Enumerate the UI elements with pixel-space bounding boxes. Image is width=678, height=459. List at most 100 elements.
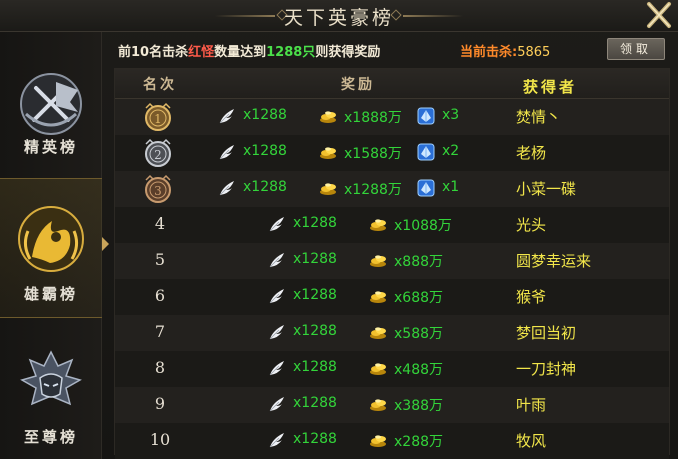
leaderboard-sidebar: 精英榜 雄霸榜 至尊榜 (0, 32, 109, 459)
gold-ingot-icon (318, 178, 338, 198)
claim-button[interactable]: 领取 (607, 38, 665, 60)
reward-gold-amount: x1288万 (344, 182, 402, 198)
reward-gold-amount: x388万 (394, 398, 444, 414)
sidebar-item-hegemon[interactable]: 雄霸榜 (0, 178, 109, 318)
title-ornament-right (403, 15, 463, 17)
reward-feather-amount: x1288 (293, 431, 337, 447)
selected-arrow-icon (102, 237, 109, 251)
winner-name: 梦回当初 (516, 324, 577, 342)
reward-gold-amount: x588万 (394, 326, 444, 342)
header-rank: 名次 (143, 77, 177, 93)
gold-ingot-icon (368, 430, 388, 450)
winner-name: 牧风 (516, 432, 547, 450)
table-row: 7 x1288 x588万 梦回当初 (115, 315, 669, 351)
title-bar: 天下英豪榜 (0, 0, 678, 32)
info-bar: 前10名击杀红怪数量达到1288只则获得奖励 当前击杀:5865 领取 (104, 36, 676, 64)
rank-number: 7 (154, 322, 166, 341)
reward-crystal-amount: x2 (442, 143, 460, 159)
crystal-icon (416, 142, 436, 162)
reward-gold-amount: x1088万 (394, 218, 452, 234)
sidebar-item-label: 精英榜 (23, 138, 78, 156)
leaderboard-window: 天下英豪榜 精英榜 雄霸榜 至尊榜 前10名击杀红怪数量达到1288只则获得奖励… (0, 0, 678, 459)
gold-ingot-icon (368, 286, 388, 306)
winner-name: 一刀封神 (516, 360, 577, 378)
condition-text-red-monster: 红怪 (188, 45, 215, 60)
sidebar-item-elite[interactable]: 精英榜 (0, 66, 102, 196)
feather-icon (267, 358, 287, 378)
reward-crystal-amount: x1 (442, 179, 460, 195)
table-row: 5 x1288 x888万 圆梦幸运来 (115, 243, 669, 279)
warrior-emblem-icon (18, 206, 84, 272)
table-row: 6 x1288 x688万 猴爷 (115, 279, 669, 315)
condition-text-b: 数量达到 (214, 45, 267, 60)
reward-feather-amount: x1288 (293, 251, 337, 267)
reward-gold-amount: x288万 (394, 434, 444, 450)
feather-icon (267, 214, 287, 234)
reward-feather-amount: x1288 (243, 179, 287, 195)
header-reward: 奖励 (341, 77, 375, 93)
rank-number: 1 (154, 112, 162, 126)
feather-icon (217, 142, 237, 162)
winner-name: 焚情丶 (516, 108, 562, 126)
gold-ingot-icon (318, 106, 338, 126)
winner-name: 老杨 (516, 144, 547, 162)
reward-feather-amount: x1288 (293, 395, 337, 411)
reward-condition-text: 前10名击杀红怪数量达到1288只则获得奖励 (118, 41, 380, 60)
current-kills-label: 当前击杀: (460, 45, 518, 60)
rank-number: 8 (154, 358, 166, 377)
rank-number: 9 (154, 394, 166, 413)
sidebar-item-supreme[interactable]: 至尊榜 (0, 342, 102, 459)
close-icon (647, 2, 671, 28)
feather-icon (217, 106, 237, 126)
winner-name: 猴爷 (516, 288, 547, 306)
table-row: 2 x1288 x1588万 x2 老杨 (115, 135, 669, 171)
winner-name: 小菜一碟 (516, 180, 577, 198)
gold-ingot-icon (368, 394, 388, 414)
sidebar-item-label: 雄霸榜 (23, 285, 78, 303)
table-row: 4 x1288 x1088万 光头 (115, 207, 669, 243)
rank-number: 4 (154, 214, 166, 233)
sidebar-item-label: 至尊榜 (23, 428, 78, 446)
rank-number: 5 (154, 250, 166, 269)
elite-flag-emblem-icon (20, 73, 82, 135)
table-row: 10 x1288 x288万 牧风 (115, 423, 669, 459)
reward-feather-amount: x1288 (293, 287, 337, 303)
reward-gold-amount: x1588万 (344, 146, 402, 162)
current-kills: 当前击杀:5865 (460, 41, 550, 60)
table-header: 名次 奖励 获得者 (115, 69, 669, 99)
condition-text-c: 则获得奖励 (315, 45, 381, 60)
feather-icon (267, 250, 287, 270)
gold-ingot-icon (368, 358, 388, 378)
rank-medal-icon: 3 (145, 174, 171, 203)
current-kills-value: 5865 (517, 45, 551, 60)
ranking-table: 名次 奖励 获得者 1 x1288 x1888万 x3 焚情丶 2 x1288 x1588万 x… (114, 68, 670, 459)
feather-icon (267, 322, 287, 342)
gold-ingot-icon (368, 250, 388, 270)
feather-icon (267, 286, 287, 306)
header-winner: 获得者 (523, 78, 578, 96)
table-row: 9 x1288 x388万 叶雨 (115, 387, 669, 423)
rank-number: 10 (149, 430, 171, 449)
rank-medal-icon: 2 (145, 138, 171, 167)
window-title: 天下英豪榜 (283, 7, 394, 29)
reward-gold-amount: x488万 (394, 362, 444, 378)
condition-text-count: 1288只 (266, 45, 316, 60)
rank-number: 6 (154, 286, 166, 305)
rank-number: 3 (154, 184, 162, 198)
reward-feather-amount: x1288 (243, 107, 287, 123)
winner-name: 叶雨 (516, 396, 547, 414)
reward-gold-amount: x1888万 (344, 110, 402, 126)
reward-gold-amount: x688万 (394, 290, 444, 306)
feather-icon (267, 394, 287, 414)
crystal-icon (416, 178, 436, 198)
winner-name: 光头 (516, 216, 547, 234)
close-button[interactable] (644, 0, 674, 30)
crystal-icon (416, 106, 436, 126)
supreme-helmet-emblem-icon (20, 350, 82, 406)
reward-feather-amount: x1288 (243, 143, 287, 159)
winner-name: 圆梦幸运来 (516, 252, 592, 270)
rank-number: 2 (154, 148, 162, 162)
condition-text-a: 前10名击杀 (118, 45, 189, 60)
table-row: 8 x1288 x488万 一刀封神 (115, 351, 669, 387)
gold-ingot-icon (318, 142, 338, 162)
